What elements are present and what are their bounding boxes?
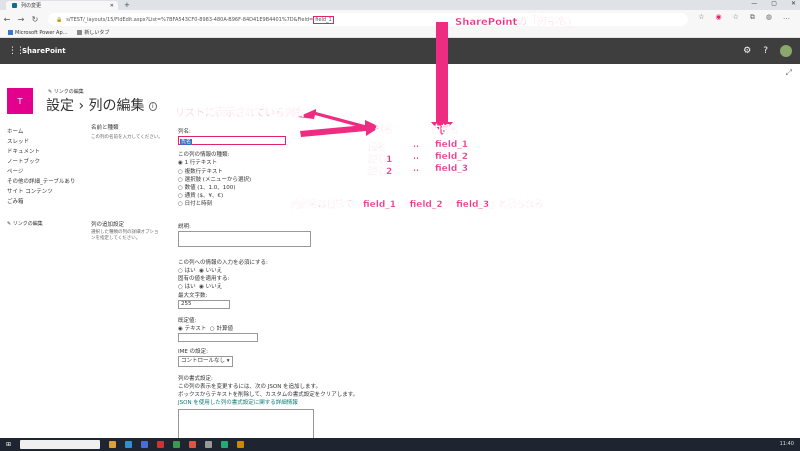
mapping-sep: ‥ [413,164,420,174]
taskbar-search[interactable] [20,440,101,449]
annotation-arrows [298,22,453,137]
app-icon[interactable] [237,441,245,448]
mapping-sep: ‥ [413,152,420,162]
app-icon[interactable] [173,441,181,448]
windows-taskbar: ⊞ 11:40 [0,438,800,451]
file-explorer-icon[interactable] [109,441,117,448]
windows-start-icon[interactable]: ⊞ [6,441,11,448]
taskbar-clock[interactable]: 11:40 [780,441,794,447]
mapping-internal: field_3 [435,164,469,174]
annotation-list-column-name: リストに表示されている列名 [175,108,305,119]
mapping-internal: field_2 [435,152,469,162]
app-icon[interactable] [205,441,213,448]
app-icon[interactable] [189,441,197,448]
annotation-auto-note: 内部名は自動で「field_1」「field_2」「field_3」と振られる [291,200,544,210]
annotation-header-column: 列名 [375,125,394,135]
mapping-col: 控除2 [368,167,393,177]
arrow-up-to-url [431,22,453,135]
app-icon[interactable] [141,441,149,448]
app-icon[interactable] [157,441,165,448]
mapping-internal: field_1 [435,140,469,150]
app-icon[interactable] [221,441,229,448]
annotation-internal-name: SharePointの「内部名」 [455,17,578,28]
annotation-header-internal: 内部名 [432,125,460,135]
edge-icon[interactable] [125,441,133,448]
mapping-sep: ‥ [413,140,420,150]
